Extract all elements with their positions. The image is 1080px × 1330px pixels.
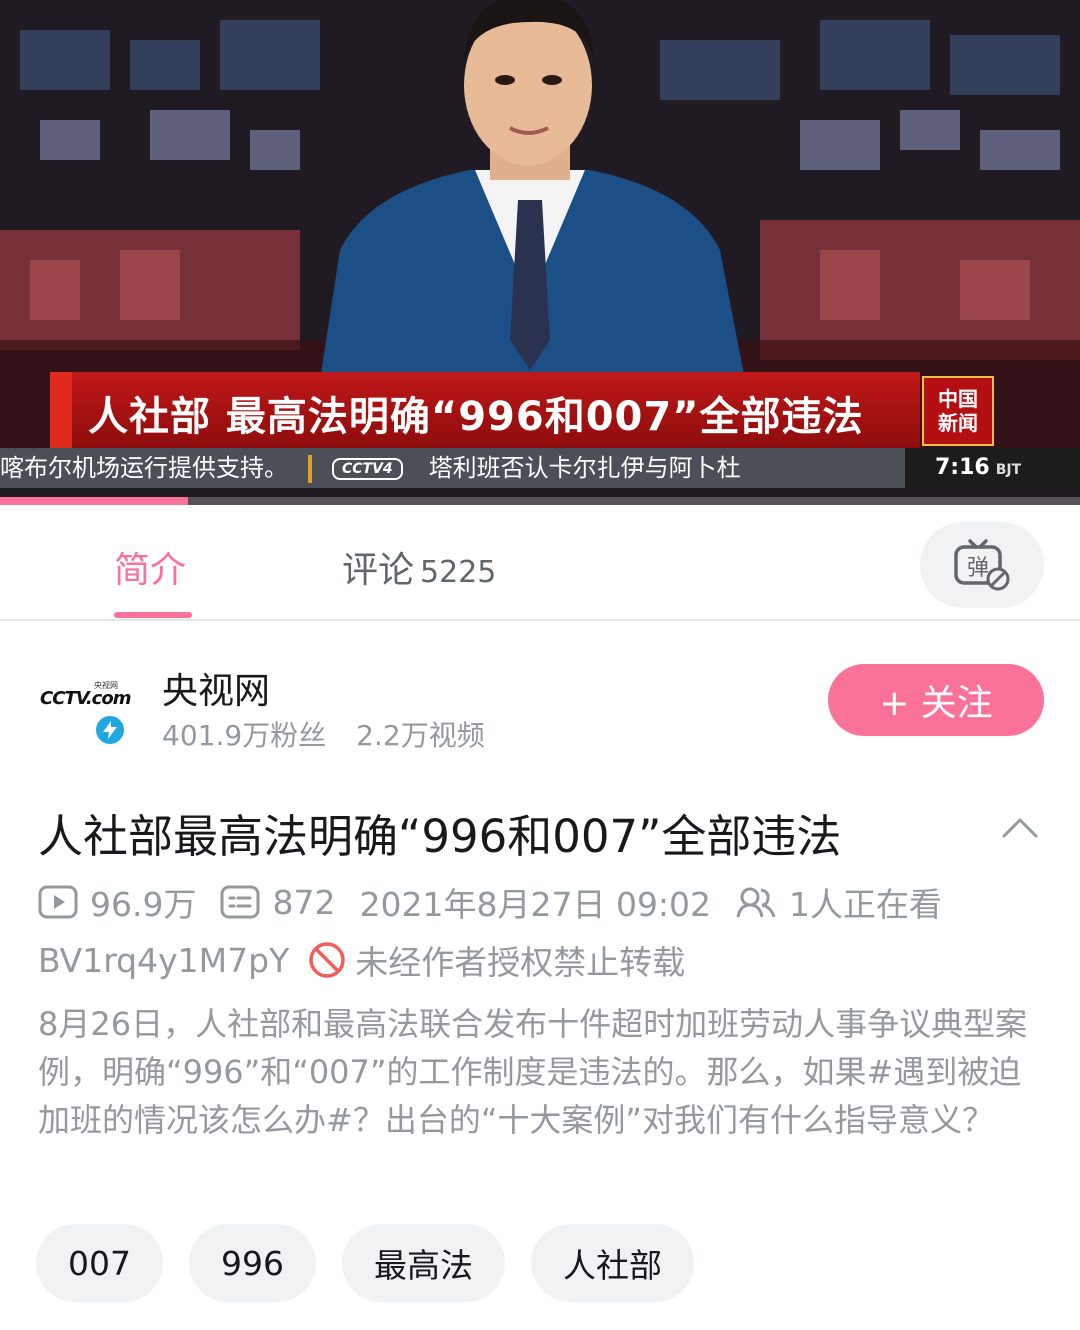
channel-logo-line1: 中国 [938, 387, 978, 411]
cctv-logo-sub: 央视网 [94, 681, 118, 690]
clock-time: 7:16 [935, 455, 990, 480]
tab-intro[interactable]: 简介 [114, 541, 186, 593]
fans-count: 401.9万粉丝 [162, 719, 327, 752]
videos-count: 2.2万视频 [356, 719, 485, 752]
tab-comments[interactable]: 评论 5225 [342, 541, 496, 593]
chevron-up-icon[interactable] [1000, 812, 1040, 842]
channel-logo-line2: 新闻 [938, 411, 978, 435]
ticker-cctv-logo: CCTV4 [332, 458, 403, 480]
channel-logo: 中国 新闻 [922, 376, 994, 446]
cctv-logo: CCTV.com [40, 688, 131, 709]
playback-progress-fill [0, 497, 188, 505]
danmaku-count-icon [220, 885, 260, 919]
active-tab-indicator [114, 612, 192, 618]
tag-item[interactable]: 007 [36, 1224, 163, 1302]
ticker-text-left: 喀布尔机场运行提供支持。 [0, 454, 288, 482]
video-description: 8月26日，人社部和最高法联合发布十件超时加班劳动人事争议典型案例，明确“996… [38, 1005, 1028, 1139]
tag-list: 007 996 最高法 人社部 [36, 1224, 720, 1302]
copyright-notice: 未经作者授权禁止转载 [355, 943, 686, 982]
bvid[interactable]: BV1rq4y1M7pY [38, 941, 289, 980]
video-meta-row: 96.9万 872 2021年8月27日 09:02 1人正在看 [38, 878, 966, 926]
uploader-name[interactable]: 央视网 [162, 662, 270, 714]
tab-bar: 简介 评论 5225 弹 [0, 505, 1080, 621]
tag-item[interactable]: 最高法 [342, 1224, 505, 1302]
broadcast-clock: 7:16 BJT [905, 448, 1080, 488]
watching-count: 1人正在看 [789, 885, 943, 924]
danmaku-count: 872 [272, 882, 336, 922]
uploader-section: CCTV.com 央视网 央视网 401.9万粉丝 2.2万视频 + 关注 [0, 640, 1080, 762]
tag-item[interactable]: 人社部 [531, 1224, 694, 1302]
video-player[interactable]: 人社部 最高法明确“996和007”全部违法 中国 新闻 喀布尔机场运行提供支持… [0, 0, 1080, 505]
forbid-icon [309, 942, 345, 978]
uploader-stats: 401.9万粉丝 2.2万视频 [162, 714, 485, 754]
playback-progress-bar[interactable] [0, 497, 1080, 505]
people-watching-icon [736, 887, 776, 918]
follow-button[interactable]: + 关注 [828, 664, 1044, 736]
danmaku-toggle-button[interactable]: 弹 [920, 522, 1044, 608]
verified-badge-icon [94, 714, 126, 746]
ticker-text-right: 塔利班否认卡尔扎伊与阿卜杜 [428, 454, 741, 482]
news-headline: 人社部 最高法明确“996和007”全部违法 [88, 394, 864, 440]
news-headline-bar: 人社部 最高法明确“996和007”全部违法 [50, 372, 920, 448]
danmaku-stat: 872 [220, 883, 335, 922]
views-count: 96.9万 [90, 885, 197, 924]
news-ticker: 喀布尔机场运行提供支持。 CCTV4 塔利班否认卡尔扎伊与阿卜杜 [0, 448, 905, 488]
play-count-icon [38, 885, 78, 919]
views-stat: 96.9万 [38, 878, 196, 926]
news-anchor-image [320, 0, 745, 380]
video-title: 人社部最高法明确“996和007”全部违法 [38, 810, 842, 863]
tab-comments-count: 5225 [420, 555, 497, 590]
tag-item[interactable]: 996 [189, 1224, 316, 1302]
svg-text:弹: 弹 [967, 556, 989, 581]
clock-zone: BJT [995, 462, 1022, 478]
danmaku-icon: 弹 [954, 539, 1010, 591]
tab-comments-label: 评论 [342, 550, 415, 591]
publish-time: 2021年8月27日 09:02 [359, 885, 712, 924]
watching-stat: 1人正在看 [735, 878, 942, 926]
video-id-row: BV1rq4y1M7pY 未经作者授权禁止转载 [38, 936, 685, 984]
